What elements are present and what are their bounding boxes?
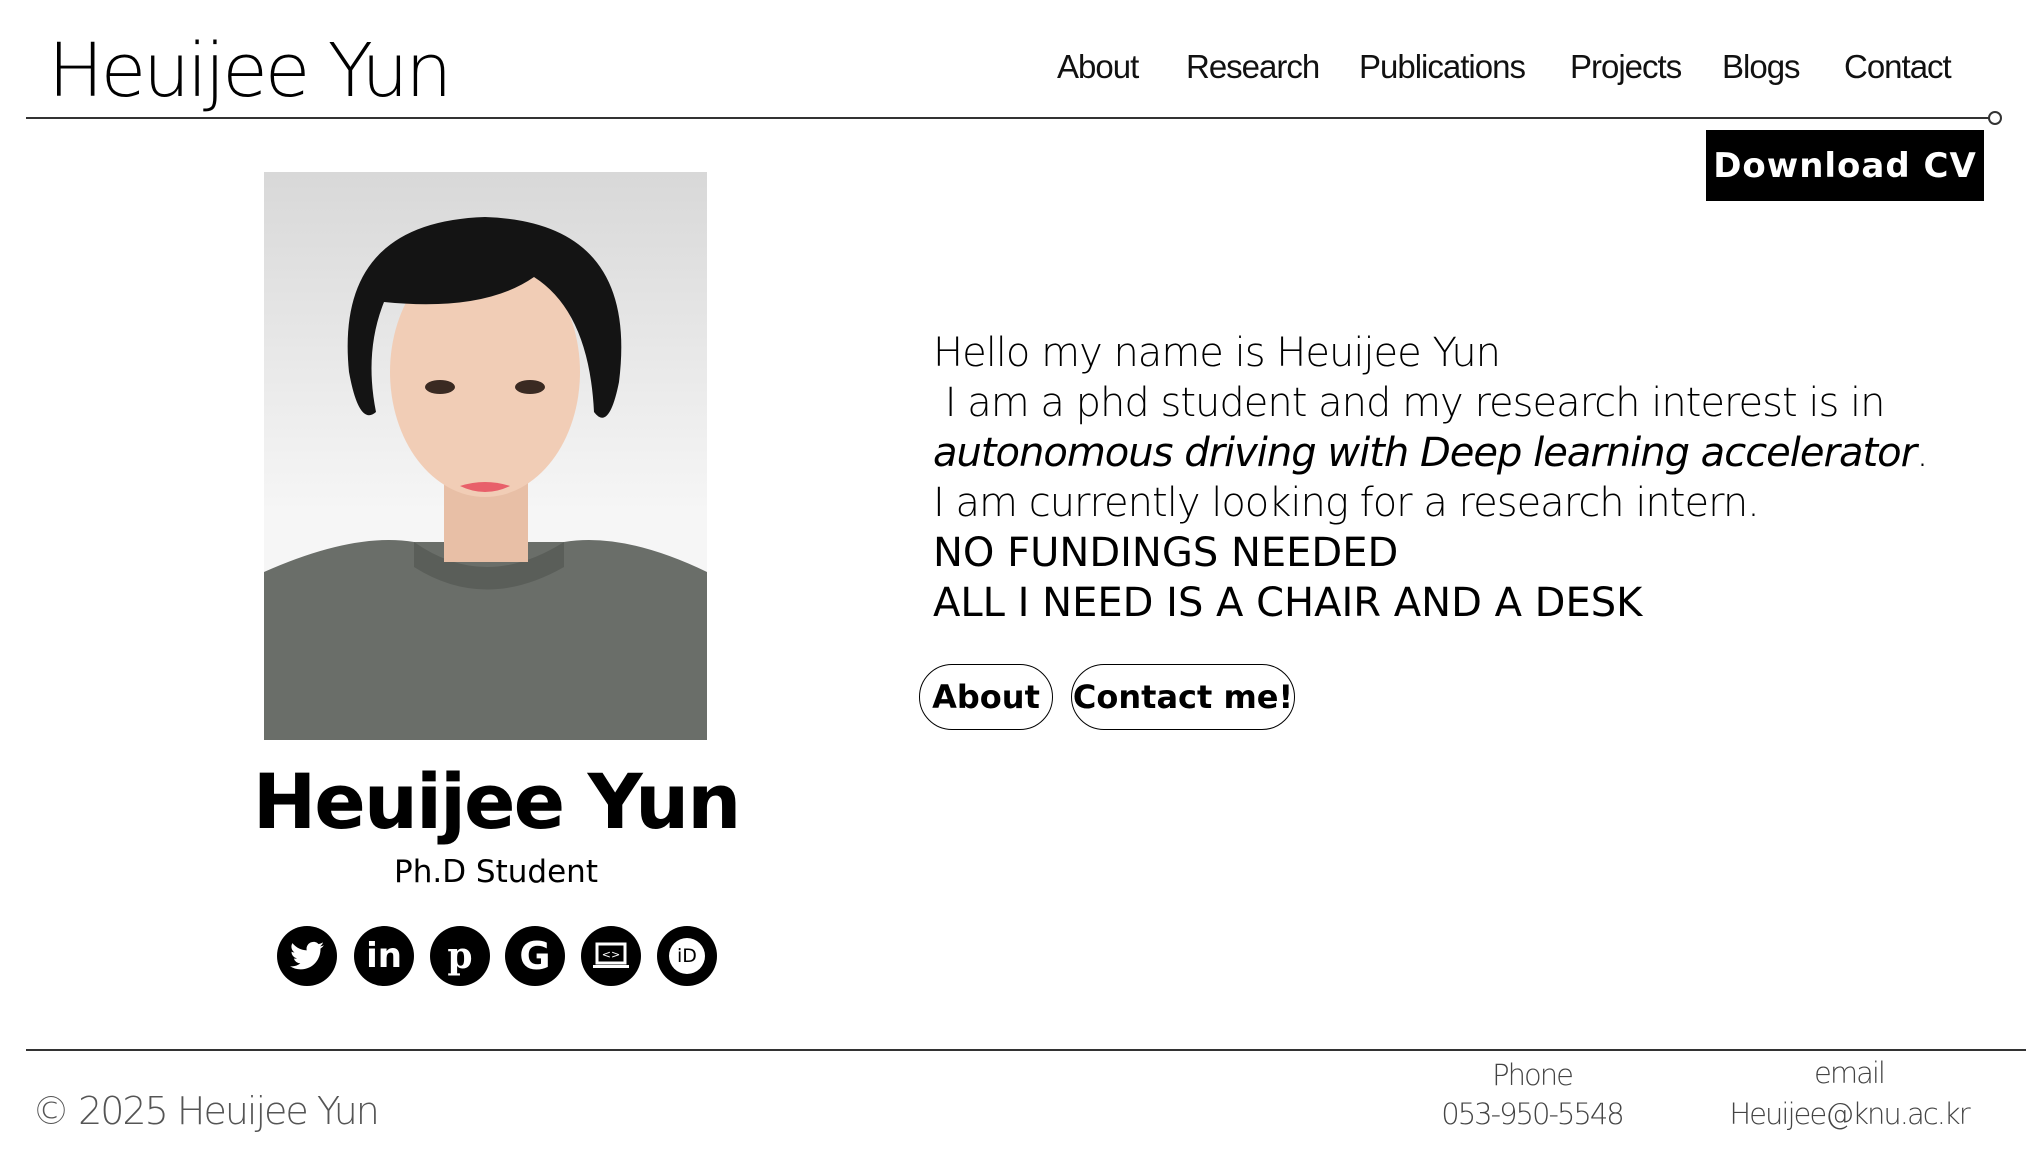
twitter-icon[interactable] — [277, 926, 337, 986]
profile-role: Ph.D Student — [394, 854, 598, 890]
period: . — [1916, 430, 1929, 476]
header-divider — [26, 117, 1990, 119]
orcid-icon[interactable]: iD — [657, 926, 717, 986]
intro-line: autonomous driving with Deep learning ac… — [933, 428, 1929, 478]
phone-label: Phone — [1492, 1058, 1574, 1092]
email-address[interactable]: Heuijee@knu.ac.kr — [1699, 1097, 1999, 1131]
intro-line: I am a phd student and my research inter… — [933, 380, 1886, 426]
nav-about[interactable]: About — [1057, 48, 1139, 86]
nav-blogs[interactable]: Blogs — [1722, 48, 1801, 86]
footer-divider — [26, 1049, 2026, 1051]
pinterest-icon[interactable]: p — [430, 926, 490, 986]
about-button[interactable]: About — [919, 664, 1053, 730]
linkedin-icon[interactable]: in — [354, 926, 414, 986]
phone-number[interactable]: 053-950-5548 — [1382, 1097, 1682, 1131]
svg-text:<>: <> — [602, 948, 620, 961]
email-label: email — [1814, 1056, 1886, 1090]
copyright: © 2025 Heuijee Yun — [32, 1089, 380, 1133]
intro-line: Hello my name is Heuijee Yun — [933, 330, 1501, 376]
site-logo[interactable]: Heuijee Yun — [48, 28, 452, 114]
profile-photo — [264, 172, 707, 740]
download-cv-button[interactable]: Download CV — [1706, 130, 1984, 201]
nav-research[interactable]: Research — [1186, 48, 1320, 86]
intro-line: NO FUNDINGS NEEDED — [933, 530, 1399, 576]
intro-text: Hello my name is Heuijee Yun I am a phd … — [933, 328, 1929, 628]
nav-publications[interactable]: Publications — [1359, 48, 1526, 86]
github-code-icon[interactable]: <> — [581, 926, 641, 986]
nav-projects[interactable]: Projects — [1570, 48, 1682, 86]
intro-line: I am currently looking for a research in… — [933, 480, 1760, 526]
intro-line: ALL I NEED IS A CHAIR AND A DESK — [933, 580, 1643, 626]
profile-name: Heuijee Yun — [252, 757, 742, 846]
google-scholar-icon[interactable]: G — [505, 926, 565, 986]
nav-contact[interactable]: Contact — [1844, 48, 1952, 86]
research-interest: autonomous driving with Deep learning ac… — [933, 430, 1917, 476]
divider-end-circle — [1988, 111, 2002, 125]
contact-me-button[interactable]: Contact me! — [1071, 664, 1295, 730]
